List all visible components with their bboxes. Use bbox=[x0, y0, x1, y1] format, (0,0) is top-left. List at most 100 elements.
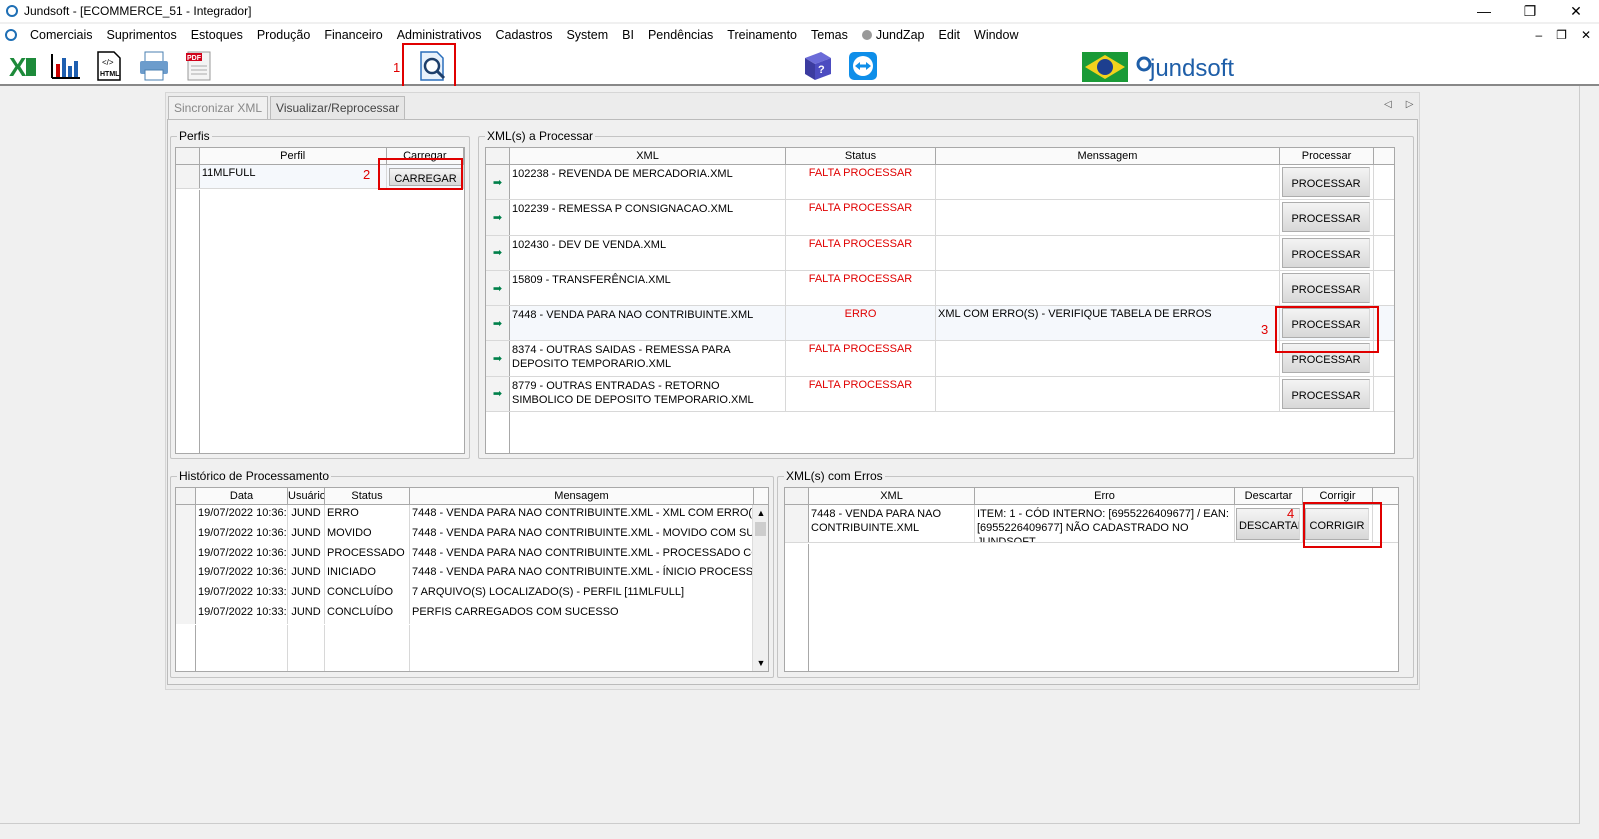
historico-cell-data: 19/07/2022 10:36:28 bbox=[196, 564, 288, 585]
menu-estoques[interactable]: Estoques bbox=[184, 28, 250, 42]
row-indicator bbox=[176, 544, 196, 565]
svg-text:jundsoft: jundsoft bbox=[1149, 55, 1234, 82]
menu-edit[interactable]: Edit bbox=[931, 28, 967, 42]
processar-button[interactable]: PROCESSAR bbox=[1282, 167, 1370, 197]
menu-jundzap[interactable]: JundZap bbox=[855, 28, 932, 42]
xml-cell-status: FALTA PROCESSAR bbox=[786, 341, 936, 376]
xml-row[interactable]: ➡ 102239 - REMESSA P CONSIGNACAO.XML FALTA… bbox=[486, 200, 1394, 236]
menu-suprimentos[interactable]: Suprimentos bbox=[100, 28, 184, 42]
menu-producao[interactable]: Produção bbox=[250, 28, 318, 42]
svg-text:HTML: HTML bbox=[100, 71, 120, 78]
xml-cell-name: 8374 - OUTRAS SAIDAS - REMESSA PARA DEPO… bbox=[510, 341, 786, 376]
historico-cell-status: CONCLUÍDO bbox=[325, 584, 410, 604]
column-divider bbox=[324, 625, 325, 671]
printer-icon[interactable] bbox=[137, 50, 171, 82]
indicator-column bbox=[486, 412, 510, 453]
tab-scroll-left-icon[interactable]: ◁ bbox=[1384, 99, 1392, 110]
xml-row[interactable]: ➡ 8374 - OUTRAS SAIDAS - REMESSA PARA DEP… bbox=[486, 341, 1394, 377]
historico-cell-data: 19/07/2022 10:36:29 bbox=[196, 544, 288, 565]
historico-cell-mensagem: PERFIS CARREGADOS COM SUCESSO bbox=[410, 603, 754, 624]
mdi-app-icon[interactable] bbox=[5, 29, 17, 41]
historico-row[interactable]: 19/07/2022 10:33:31JUNDCONCLUÍDOPERFIS C… bbox=[176, 603, 768, 624]
processar-button[interactable]: PROCESSAR bbox=[1282, 378, 1370, 409]
row-indicator bbox=[176, 584, 196, 604]
xml-cell-name: 102239 - REMESSA P CONSIGNACAO.XML bbox=[510, 200, 786, 235]
historico-cell-status: CONCLUÍDO bbox=[325, 603, 410, 624]
html-icon[interactable]: </> HTML bbox=[92, 50, 126, 82]
annotation-number-4: 4 bbox=[1287, 506, 1295, 521]
xmls-rows: ➡ 102238 - REVENDA DE MERCADORIA.XML FALTA… bbox=[486, 165, 1394, 413]
row-arrow-icon: ➡ bbox=[486, 235, 510, 270]
xml-cell-mensagem bbox=[936, 341, 1280, 376]
maximize-button[interactable]: ❐ bbox=[1507, 0, 1553, 22]
historico-row[interactable]: 19/07/2022 10:33:39JUNDCONCLUÍDO7 ARQUIV… bbox=[176, 584, 768, 604]
column-divider bbox=[287, 625, 288, 671]
scroll-up-icon[interactable]: ▲ bbox=[753, 505, 768, 521]
xml-cell-name: 15809 - TRANSFERÊNCIA.XML bbox=[510, 270, 786, 306]
jundsoft-logo: jundsoft bbox=[1136, 50, 1256, 82]
row-indicator bbox=[176, 165, 200, 188]
menu-treinamento[interactable]: Treinamento bbox=[720, 28, 804, 42]
historico-cell-usuario: JUND bbox=[288, 603, 325, 624]
scroll-thumb[interactable] bbox=[755, 522, 766, 536]
processar-button[interactable]: PROCESSAR bbox=[1282, 202, 1370, 233]
xml-row[interactable]: ➡ 15809 - TRANSFERÊNCIA.XML FALTA PROCESSA… bbox=[486, 270, 1394, 307]
tab-scroll-right-icon[interactable]: ▷ bbox=[1406, 99, 1414, 110]
perfis-cell-perfil: 11MLFULL bbox=[200, 165, 387, 188]
minimize-button[interactable]: — bbox=[1461, 0, 1507, 22]
mdi-minimize-button[interactable]: – bbox=[1535, 24, 1542, 46]
historico-row[interactable]: 19/07/2022 10:36:29JUNDERRO7448 - VENDA … bbox=[176, 505, 768, 525]
tab-sincronizar-xml[interactable]: Sincronizar XML bbox=[168, 96, 269, 120]
indicator-column bbox=[785, 544, 809, 671]
xml-cell-mensagem bbox=[936, 235, 1280, 270]
chart-icon[interactable] bbox=[48, 50, 82, 82]
xml-row[interactable]: ➡ 8779 - OUTRAS ENTRADAS - RETORNO SIMBOL… bbox=[486, 376, 1394, 413]
menu-cadastros[interactable]: Cadastros bbox=[488, 28, 559, 42]
excel-icon[interactable]: X bbox=[6, 50, 40, 82]
historico-row[interactable]: 19/07/2022 10:36:28JUNDINICIADO7448 - VE… bbox=[176, 564, 768, 585]
tab-visualizar-reprocessar[interactable]: Visualizar/Reprocessar bbox=[270, 96, 406, 120]
mdi-close-button[interactable]: ✕ bbox=[1581, 24, 1591, 46]
mdi-border-right bbox=[1579, 86, 1580, 823]
title-bar: Jundsoft - [ECOMMERCE_51 - Integrador] —… bbox=[0, 0, 1599, 22]
row-indicator bbox=[176, 505, 196, 525]
row-arrow-icon: ➡ bbox=[486, 165, 510, 200]
historico-grid: Data Usuário Status Mensagem 19/07/2022 … bbox=[175, 487, 769, 672]
xml-row[interactable]: ➡ 102430 - DEV DE VENDA.XML FALTA PROCESSA… bbox=[486, 235, 1394, 271]
historico-header-mensagem: Mensagem bbox=[410, 488, 754, 504]
toolbar: X </> HTML PDF ? jundsoft bbox=[0, 46, 1599, 86]
historico-legend: Histórico de Processamento bbox=[177, 469, 332, 483]
historico-cell-data: 19/07/2022 10:36:29 bbox=[196, 505, 288, 525]
historico-row[interactable]: 19/07/2022 10:36:29JUNDPROCESSADO7448 - … bbox=[176, 544, 768, 565]
xml-cell-status: FALTA PROCESSAR bbox=[786, 200, 936, 235]
scroll-down-icon[interactable]: ▼ bbox=[753, 655, 768, 671]
processar-button[interactable]: PROCESSAR bbox=[1282, 272, 1370, 303]
xml-row[interactable]: ➡ 7448 - VENDA PARA NAO CONTRIBUINTE.XML E… bbox=[486, 306, 1394, 342]
xml-row[interactable]: ➡ 102238 - REVENDA DE MERCADORIA.XML FALTA… bbox=[486, 165, 1394, 201]
menu-pendencias[interactable]: Pendências bbox=[641, 28, 720, 42]
processar-button[interactable]: PROCESSAR bbox=[1282, 237, 1370, 268]
menu-window[interactable]: Window bbox=[967, 28, 1025, 42]
menu-temas[interactable]: Temas bbox=[804, 28, 855, 42]
historico-scrollbar[interactable]: ▲ ▼ bbox=[752, 505, 768, 671]
svg-text:PDF: PDF bbox=[187, 55, 202, 62]
historico-row[interactable]: 19/07/2022 10:36:29JUNDMOVIDO7448 - VEND… bbox=[176, 524, 768, 545]
xml-cell-mensagem bbox=[936, 270, 1280, 306]
historico-cell-usuario: JUND bbox=[288, 524, 325, 545]
mdi-restore-button[interactable]: ❐ bbox=[1556, 24, 1567, 46]
pdf-icon[interactable]: PDF bbox=[182, 50, 216, 82]
help-book-icon[interactable]: ? bbox=[801, 50, 835, 82]
historico-cell-mensagem: 7448 - VENDA PARA NAO CONTRIBUINTE.XML -… bbox=[410, 564, 754, 585]
close-button[interactable]: ✕ bbox=[1553, 0, 1599, 22]
menu-bi[interactable]: BI bbox=[615, 28, 641, 42]
menu-financeiro[interactable]: Financeiro bbox=[317, 28, 389, 42]
teamviewer-icon[interactable] bbox=[846, 50, 880, 82]
menu-system[interactable]: System bbox=[559, 28, 615, 42]
app-icon bbox=[6, 5, 18, 17]
row-indicator bbox=[176, 603, 196, 624]
perfis-header-indicator bbox=[176, 148, 200, 164]
menu-administrativos[interactable]: Administrativos bbox=[390, 28, 489, 42]
xmls-grid: XML Status Menssagem Processar ➡ 102238 -… bbox=[485, 147, 1395, 454]
xmls-header-processar: Processar bbox=[1280, 148, 1374, 164]
menu-comerciais[interactable]: Comerciais bbox=[23, 28, 100, 42]
